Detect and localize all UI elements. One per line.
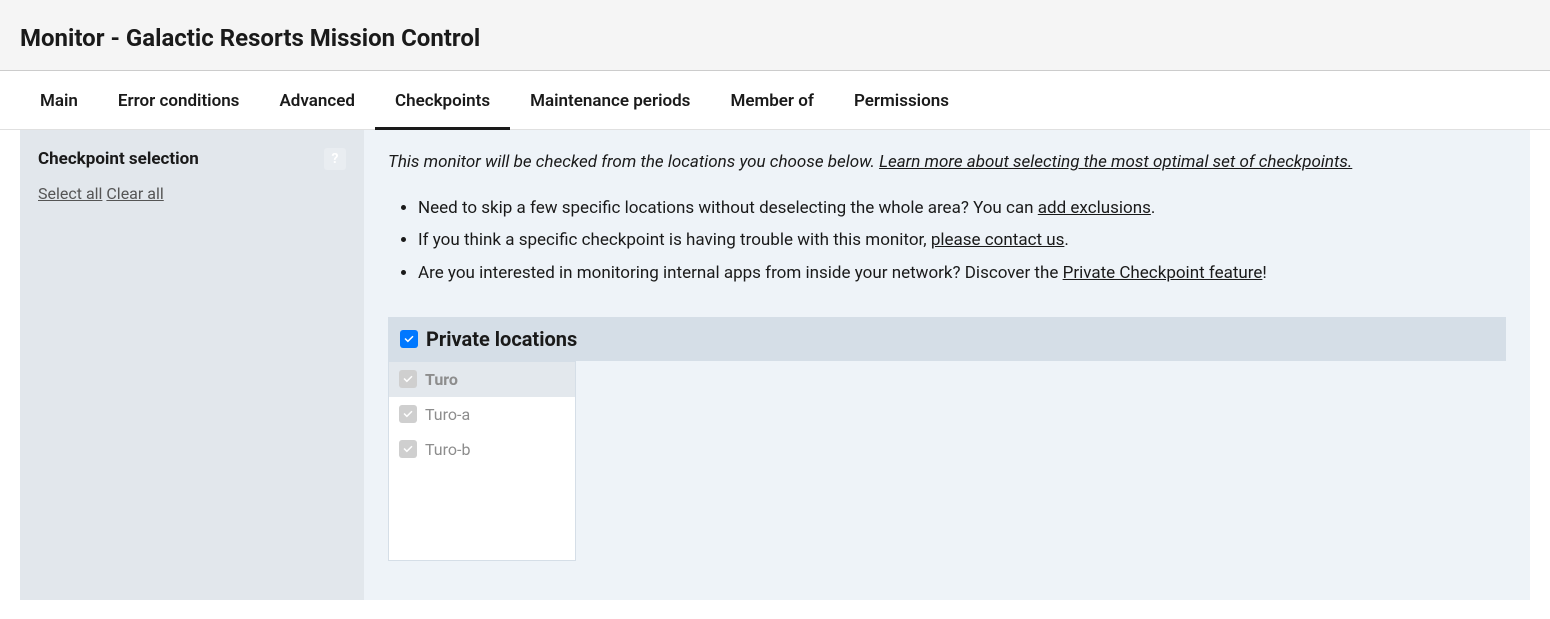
location-group-turo[interactable]: Turo (389, 362, 575, 397)
help-icon[interactable]: ? (324, 148, 346, 170)
tab-main[interactable]: Main (20, 71, 98, 130)
sidebar: Checkpoint selection ? Select all Clear … (20, 130, 364, 600)
tab-maintenance-periods[interactable]: Maintenance periods (510, 71, 710, 130)
sidebar-title-row: Checkpoint selection ? (38, 148, 346, 170)
learn-more-link[interactable]: Learn more about selecting the most opti… (879, 152, 1352, 172)
turo-a-checkbox[interactable] (399, 405, 417, 423)
sidebar-links: Select all Clear all (38, 184, 346, 203)
page-header: Monitor - Galactic Resorts Mission Contr… (0, 0, 1550, 71)
tab-member-of[interactable]: Member of (710, 71, 834, 130)
tab-permissions[interactable]: Permissions (834, 71, 969, 130)
check-icon (402, 373, 414, 385)
location-item-label: Turo-b (425, 440, 470, 459)
bullet-item: Are you interested in monitoring interna… (418, 257, 1506, 289)
tab-advanced[interactable]: Advanced (259, 71, 375, 130)
private-locations-header: Private locations (388, 317, 1506, 361)
bullet-item: Need to skip a few specific locations wi… (418, 192, 1506, 224)
tab-checkpoints[interactable]: Checkpoints (375, 71, 510, 130)
location-group-label: Turo (425, 370, 458, 389)
bullet-suffix: . (1064, 230, 1068, 250)
bullet-suffix: ! (1262, 263, 1266, 283)
tab-error-conditions[interactable]: Error conditions (98, 71, 260, 130)
location-box: Turo Turo-a Turo-b (388, 361, 576, 561)
bullet-text: Are you interested in monitoring interna… (418, 263, 1063, 283)
intro-prefix: This monitor will be checked from the lo… (388, 152, 879, 172)
intro-text: This monitor will be checked from the lo… (388, 152, 1506, 172)
content-body: Checkpoint selection ? Select all Clear … (20, 130, 1530, 600)
page-title: Monitor - Galactic Resorts Mission Contr… (20, 24, 1530, 52)
bullet-item: If you think a specific checkpoint is ha… (418, 224, 1506, 256)
bullet-suffix: . (1151, 198, 1155, 218)
location-item-turo-a[interactable]: Turo-a (389, 397, 575, 432)
sidebar-title: Checkpoint selection (38, 149, 199, 169)
main-panel: This monitor will be checked from the lo… (364, 130, 1530, 600)
location-item-label: Turo-a (425, 405, 470, 424)
location-item-turo-b[interactable]: Turo-b (389, 432, 575, 467)
tabs-row: Main Error conditions Advanced Checkpoin… (0, 71, 1550, 130)
add-exclusions-link[interactable]: add exclusions (1038, 198, 1151, 218)
turo-b-checkbox[interactable] (399, 440, 417, 458)
bullet-text: Need to skip a few specific locations wi… (418, 198, 1038, 218)
select-all-link[interactable]: Select all (38, 184, 102, 203)
clear-all-link[interactable]: Clear all (106, 184, 163, 203)
bullet-text: If you think a specific checkpoint is ha… (418, 230, 931, 250)
turo-group-checkbox[interactable] (399, 370, 417, 388)
check-icon (402, 443, 414, 455)
private-locations-checkbox[interactable] (400, 330, 418, 348)
private-checkpoint-link[interactable]: Private Checkpoint feature (1063, 263, 1263, 283)
section-title: Private locations (426, 327, 577, 351)
bullet-list: Need to skip a few specific locations wi… (388, 192, 1506, 289)
check-icon (402, 408, 414, 420)
contact-us-link[interactable]: please contact us (931, 230, 1065, 250)
check-icon (403, 333, 415, 345)
